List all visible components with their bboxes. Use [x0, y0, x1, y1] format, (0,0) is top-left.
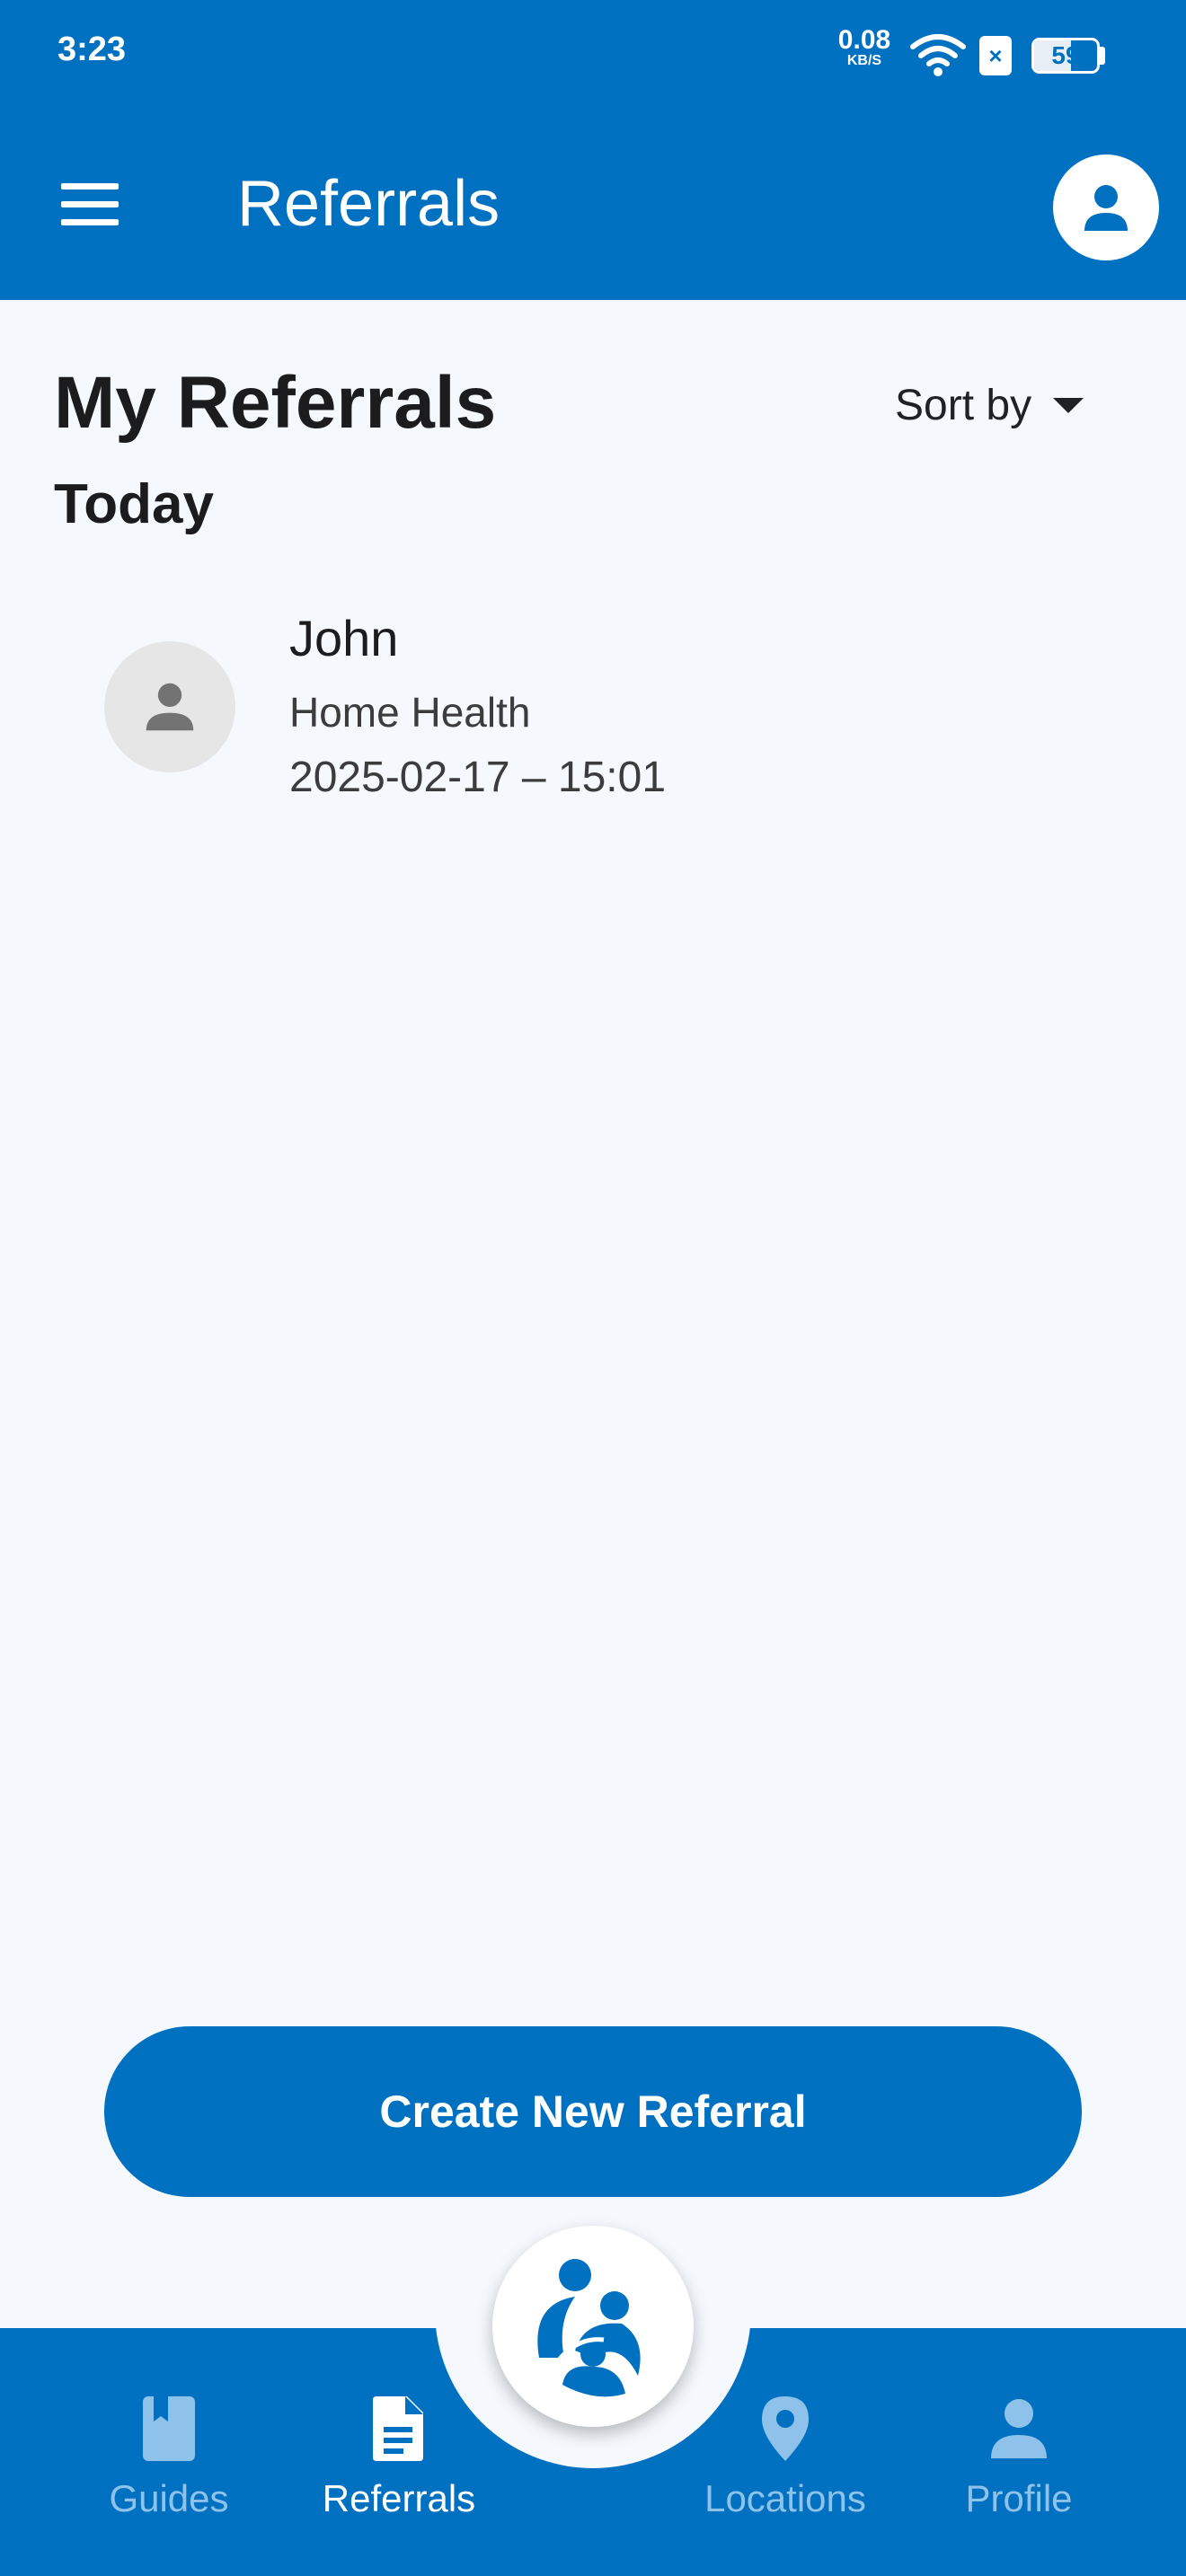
book-icon	[143, 2396, 195, 2461]
app-bar: Referrals	[0, 108, 1186, 300]
avatar	[104, 641, 235, 772]
sort-label: Sort by	[895, 382, 1032, 429]
person-icon	[991, 2399, 1047, 2458]
account-icon	[1084, 185, 1128, 231]
nav-profile-label: Profile	[965, 2477, 1073, 2519]
home-logo-button[interactable]	[492, 2226, 694, 2427]
network-speed-unit: KB/S	[846, 53, 882, 68]
triangle-down-icon	[1053, 398, 1084, 413]
account-button[interactable]	[1053, 154, 1159, 260]
referral-name: John	[289, 610, 399, 666]
battery-level: 59	[1051, 41, 1080, 69]
battery-tip	[1100, 47, 1105, 65]
referral-type: Home Health	[289, 689, 531, 736]
hamburger-icon-line	[61, 219, 119, 225]
document-icon	[373, 2396, 423, 2461]
nav-profile[interactable]: Profile	[929, 2393, 1109, 2520]
section-today: Today	[54, 473, 214, 535]
status-bar: 3:23 0.08 KB/S × 59	[0, 0, 1186, 108]
no-sim-icon: ×	[979, 36, 1012, 75]
sort-dropdown[interactable]: Sort by	[895, 381, 1084, 430]
referral-datetime: 2025-02-17 – 15:01	[289, 754, 667, 801]
referral-list-item[interactable]: John Home Health 2025-02-17 – 15:01	[54, 593, 1132, 817]
app-bar-title: Referrals	[237, 168, 500, 240]
family-logo-icon	[537, 2259, 641, 2397]
wifi-icon	[909, 32, 967, 82]
page-title: My Referrals	[54, 362, 497, 444]
network-speed-value: 0.08	[837, 25, 891, 55]
network-speed: 0.08 KB/S	[830, 27, 898, 68]
person-icon	[146, 683, 194, 731]
status-time: 3:23	[58, 31, 127, 68]
hamburger-icon-line	[61, 201, 119, 207]
nav-guides-label: Guides	[109, 2477, 229, 2519]
menu-button[interactable]	[54, 172, 128, 235]
battery-icon: 59	[1031, 38, 1100, 74]
nav-locations[interactable]: Locations	[695, 2393, 875, 2520]
hamburger-icon	[61, 183, 119, 190]
create-new-referral-button[interactable]: Create New Referral	[104, 2026, 1082, 2197]
map-pin-icon	[762, 2396, 809, 2461]
nav-guides[interactable]: Guides	[79, 2393, 259, 2520]
nav-referrals[interactable]: Referrals	[309, 2393, 489, 2520]
nav-locations-label: Locations	[704, 2477, 866, 2519]
nav-referrals-label: Referrals	[322, 2477, 476, 2519]
